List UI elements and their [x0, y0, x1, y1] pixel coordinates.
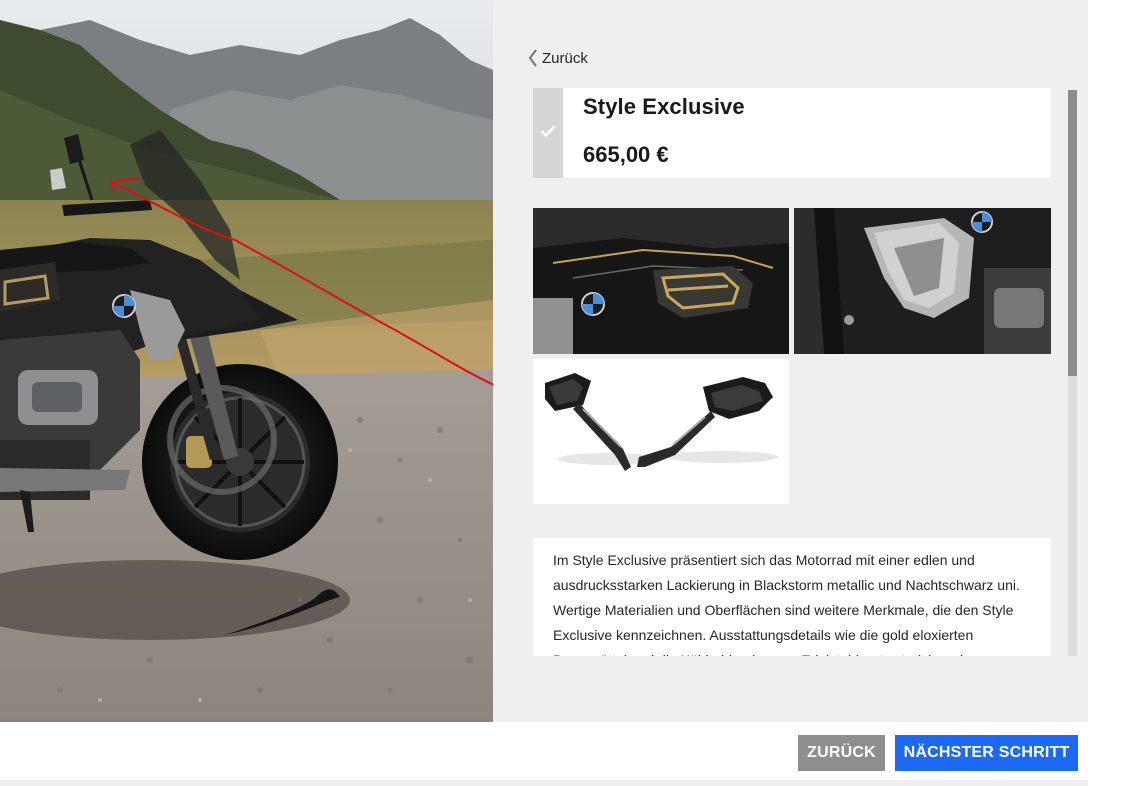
option-description: Im Style Exclusive präsentiert sich das …	[533, 538, 1051, 656]
configurator-page: Zurück Style Exclusive 665,00 € Im Style…	[0, 0, 1130, 786]
option-detail-panel: Zurück Style Exclusive 665,00 € Im Style…	[493, 0, 1088, 722]
back-link[interactable]: Zurück	[528, 48, 588, 68]
scrollbar-thumb[interactable]	[1068, 90, 1077, 376]
gallery-image-tank-decor[interactable]	[533, 208, 789, 354]
hero-image	[0, 0, 493, 722]
footer-bar: ZURÜCK NÄCHSTER SCHRITT	[0, 722, 1088, 780]
back-button[interactable]: ZURÜCK	[798, 735, 885, 771]
option-title: Style Exclusive	[583, 94, 745, 119]
description-text: Im Style Exclusive präsentiert sich das …	[553, 552, 1020, 656]
bottom-divider	[0, 780, 1088, 786]
gallery-image-mirrors[interactable]	[533, 359, 789, 504]
check-icon	[540, 124, 556, 142]
next-step-button[interactable]: NÄCHSTER SCHRITT	[895, 735, 1078, 771]
option-card[interactable]: Style Exclusive 665,00 €	[533, 88, 1051, 178]
page-gutter	[1088, 0, 1130, 786]
chevron-left-icon	[528, 49, 538, 67]
gallery-image-radiator-cover[interactable]	[794, 208, 1051, 354]
option-price: 665,00 €	[583, 142, 669, 167]
option-selected-checkbox[interactable]	[533, 88, 563, 178]
scrollbar-track[interactable]	[1068, 90, 1077, 656]
option-scroll-area[interactable]: Style Exclusive 665,00 € Im Style Exclus…	[533, 88, 1051, 656]
back-link-label: Zurück	[542, 49, 588, 67]
